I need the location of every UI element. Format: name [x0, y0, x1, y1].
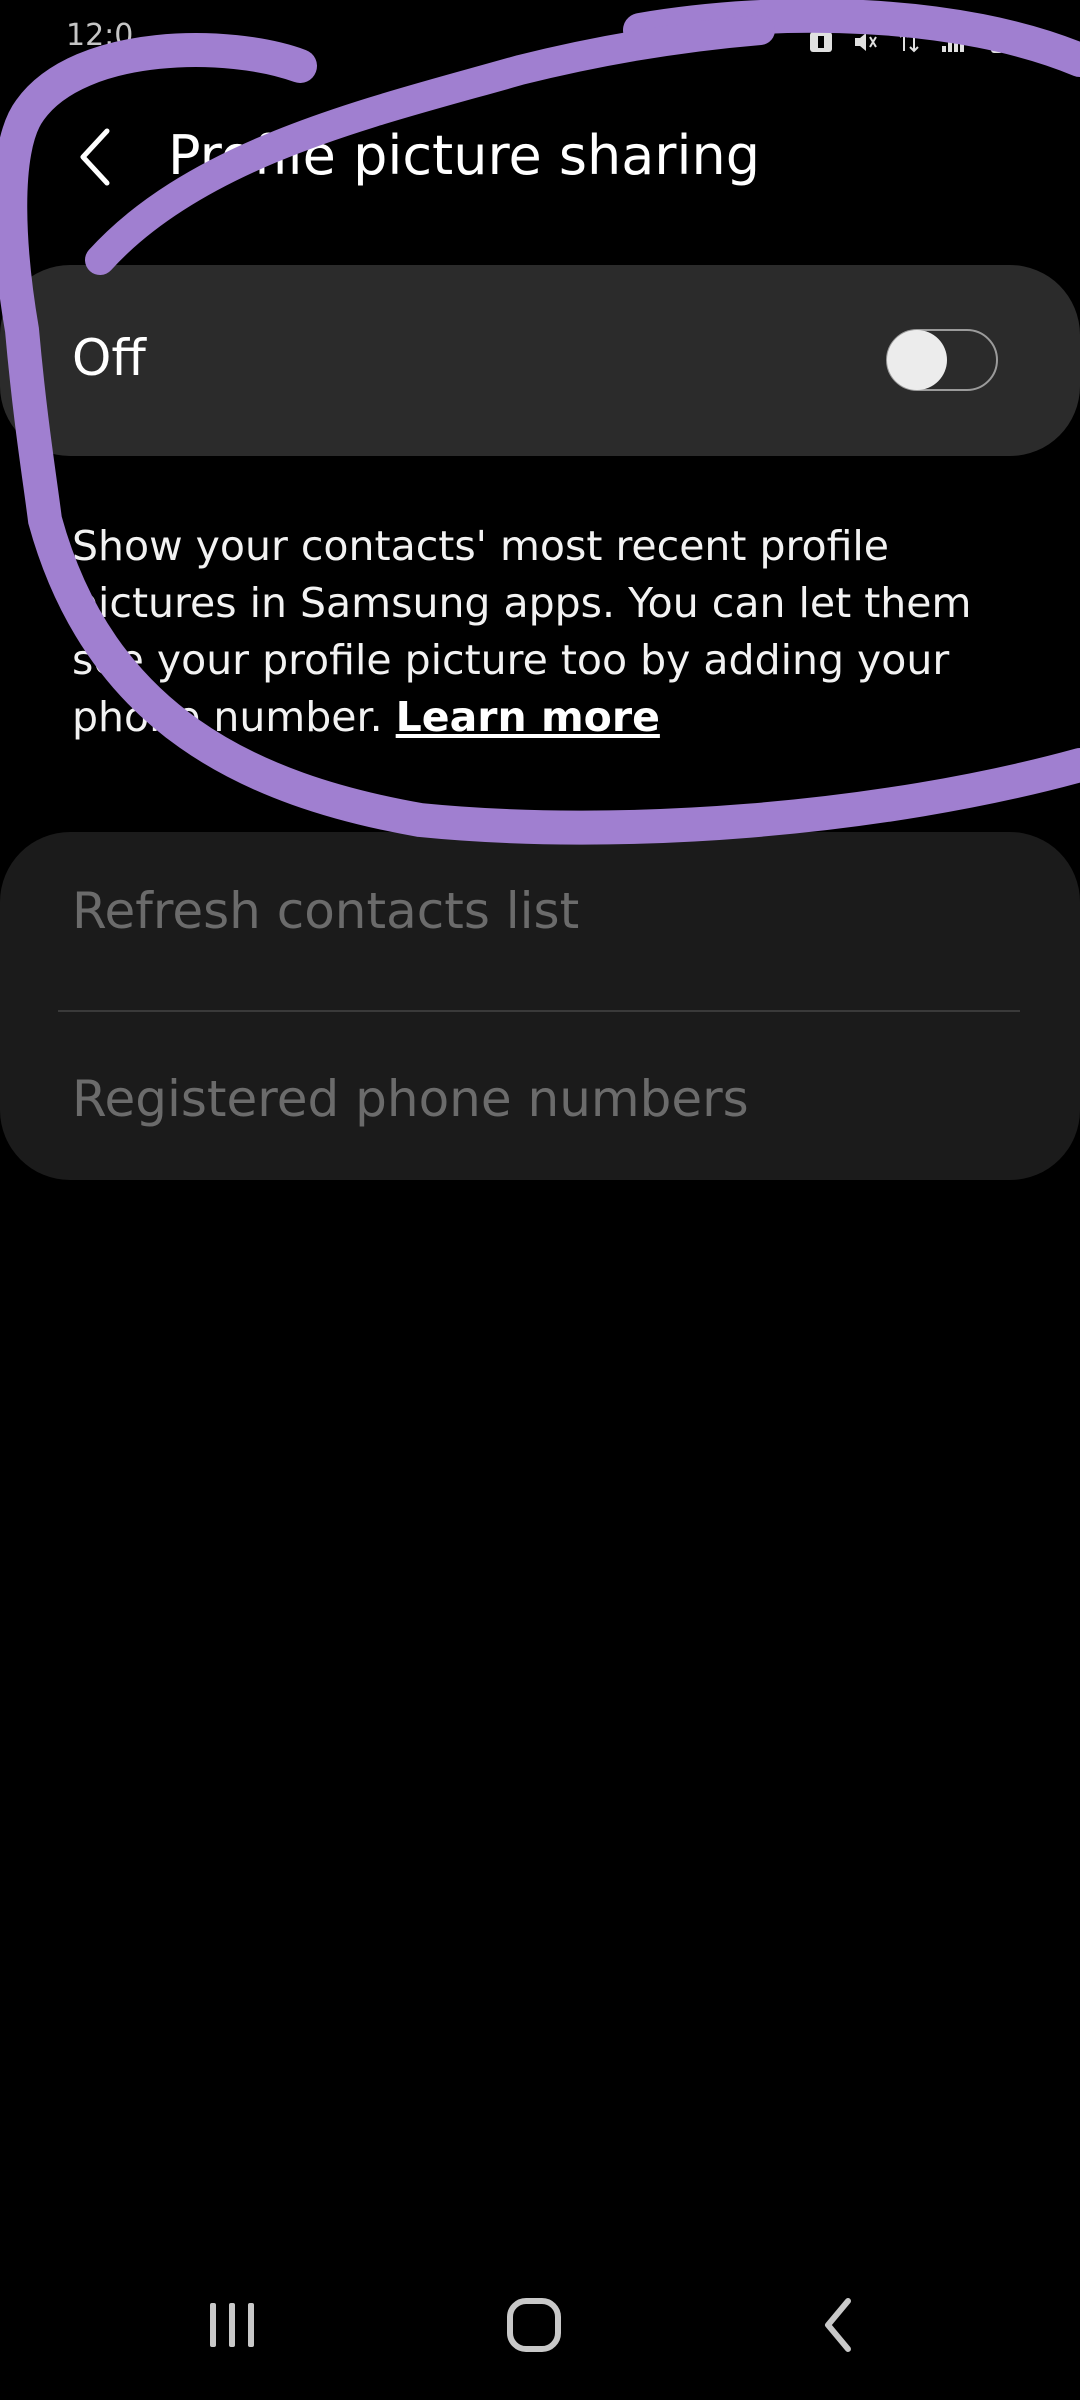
- refresh-contacts-list-item[interactable]: Refresh contacts list: [72, 882, 579, 940]
- home-button[interactable]: [484, 2290, 584, 2360]
- profile-sharing-switch[interactable]: [886, 329, 998, 391]
- back-button[interactable]: [60, 122, 130, 192]
- toggle-state-label: Off: [72, 329, 146, 387]
- app-header: Profile picture sharing: [0, 100, 1080, 220]
- page-title: Profile picture sharing: [168, 124, 760, 187]
- data-saver-icon: [810, 32, 832, 52]
- status-time: 12:0: [66, 18, 134, 53]
- registered-phone-numbers-item[interactable]: Registered phone numbers: [72, 1070, 749, 1128]
- nav-back-button[interactable]: [788, 2290, 888, 2360]
- home-icon: [507, 2298, 561, 2352]
- status-icons: [808, 30, 1010, 54]
- back-icon: [825, 2298, 851, 2352]
- master-toggle-row[interactable]: Off: [0, 265, 1080, 456]
- battery-icon: [991, 31, 1003, 53]
- signal-icon: [942, 33, 964, 52]
- learn-more-link[interactable]: Learn more: [396, 693, 660, 741]
- navigation-bar: [0, 2270, 1080, 2380]
- list-divider: [58, 1010, 1020, 1012]
- settings-list: Refresh contacts list Registered phone n…: [0, 832, 1080, 1180]
- description-text: Show your contacts' most recent profile …: [72, 518, 1012, 746]
- chevron-left-icon: [80, 128, 110, 186]
- recents-button[interactable]: [182, 2290, 282, 2360]
- switch-thumb: [887, 330, 947, 390]
- status-bar: 12:0: [0, 0, 1080, 80]
- recents-icon: [210, 2303, 254, 2347]
- data-transfer-icon: [899, 31, 919, 53]
- mute-icon: [855, 33, 877, 51]
